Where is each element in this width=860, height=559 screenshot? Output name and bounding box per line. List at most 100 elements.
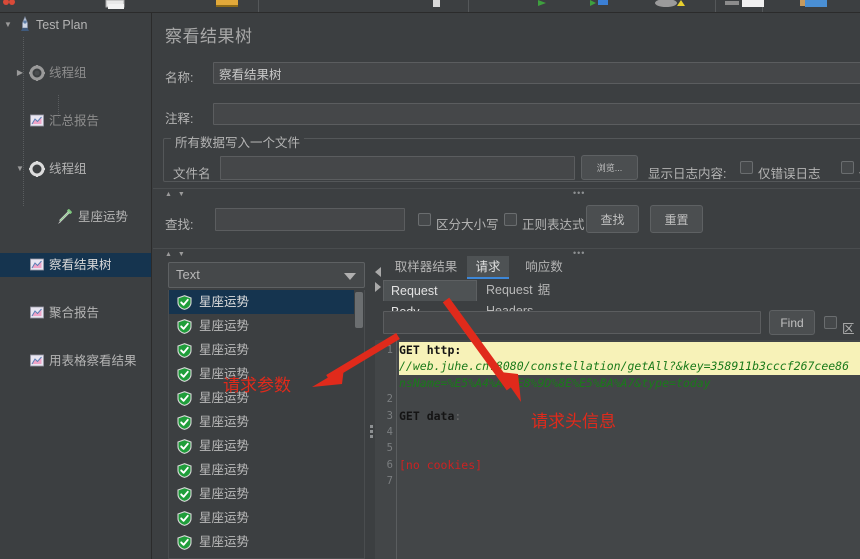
function-icon[interactable] bbox=[805, 0, 829, 12]
report-icon bbox=[29, 305, 47, 329]
sample-result-row[interactable]: 星座运势 bbox=[169, 482, 364, 506]
renderer-combo[interactable]: Text bbox=[168, 262, 365, 288]
tree-label: 汇总报告 bbox=[49, 114, 100, 128]
comment-input[interactable] bbox=[213, 103, 860, 125]
search-input[interactable] bbox=[215, 208, 405, 231]
sample-result-row[interactable]: 星座运势 bbox=[169, 506, 364, 530]
regex-checkbox[interactable] bbox=[504, 213, 517, 226]
subtab-request-headers[interactable]: Request Headers bbox=[479, 280, 589, 318]
sample-result-label: 星座运势 bbox=[199, 463, 250, 477]
code-line-1-wrap-b: nsName=%E5%A4%A9%E8%9D%8E%E5%BA%A7&type=… bbox=[399, 375, 860, 391]
success-shield-icon bbox=[177, 295, 192, 310]
tab-sampler-result[interactable]: 取样器结果 bbox=[385, 256, 467, 279]
success-shield-icon bbox=[177, 343, 192, 358]
sample-result-label: 星座运势 bbox=[199, 415, 250, 429]
collapse-arrows-icon-2[interactable]: ▲ ▼ bbox=[165, 251, 187, 258]
sample-result-row[interactable]: 星座运势 bbox=[169, 314, 364, 338]
sample-result-row[interactable]: 星座运势 bbox=[169, 530, 364, 554]
log-display-label: 显示日志内容: bbox=[648, 167, 727, 181]
annotation-request-headers: 请求头信息 bbox=[531, 412, 616, 431]
success-shield-icon bbox=[177, 487, 192, 502]
tree-item-test-plan[interactable]: ▼ Test Plan bbox=[0, 13, 151, 37]
toolbar-extra bbox=[0, 0, 860, 13]
write-all-data-label: 所有数据写入一个文件 bbox=[171, 132, 305, 151]
sample-result-row[interactable]: 星座运势 bbox=[169, 338, 364, 362]
code-line-number: 2 bbox=[386, 393, 393, 406]
success-shield-icon bbox=[177, 391, 192, 406]
renderer-combo-value: Text bbox=[176, 267, 200, 282]
tree-item-summary-report[interactable]: 汇总报告 bbox=[0, 109, 151, 133]
subtab-request-body[interactable]: Request Body bbox=[383, 280, 477, 319]
case-sensitive-checkbox[interactable] bbox=[418, 213, 431, 226]
sample-result-row[interactable]: 星座运势 bbox=[169, 434, 364, 458]
chevron-right-icon[interactable]: ▶ bbox=[14, 61, 26, 85]
success-shield-icon bbox=[177, 439, 192, 454]
sample-result-label: 星座运势 bbox=[199, 511, 250, 525]
vertical-splitter-handle[interactable] bbox=[369, 425, 374, 438]
tab-scroll-right-icon[interactable] bbox=[375, 282, 381, 292]
tab-request[interactable]: 请求 bbox=[467, 256, 509, 279]
report-icon bbox=[29, 113, 47, 137]
find-button[interactable]: 查找 bbox=[586, 205, 639, 233]
viewer-find-input[interactable] bbox=[383, 311, 761, 334]
successes-only-checkbox[interactable] bbox=[841, 161, 854, 174]
code-line-number: 4 bbox=[386, 425, 393, 438]
request-body-viewer[interactable]: 1 2 3 4 5 6 7 GET http: //web.juhe.cn:8080/con… bbox=[375, 340, 860, 559]
sample-result-row[interactable]: 星座运势 bbox=[169, 458, 364, 482]
code-content[interactable]: GET http: //web.juhe.cn:8080/constellati… bbox=[399, 342, 860, 490]
sample-result-list[interactable]: 星座运势 星座运势 星座运势 星座运势 星座运势 星座运势 星座运势 星座运势 星座运势 星座运势… bbox=[168, 290, 365, 559]
chevron-down-icon[interactable] bbox=[344, 273, 356, 280]
template-icon[interactable] bbox=[742, 0, 766, 12]
chevron-down-icon[interactable]: ▼ bbox=[2, 13, 14, 37]
code-line-number: 1 bbox=[386, 344, 393, 356]
success-shield-icon bbox=[177, 535, 192, 550]
success-shield-icon bbox=[177, 463, 192, 478]
viewer-find-button[interactable]: Find bbox=[769, 310, 815, 335]
scrollbar-thumb[interactable] bbox=[355, 292, 363, 328]
reset-button[interactable]: 重置 bbox=[650, 205, 703, 233]
test-plan-tree[interactable]: ▼ Test Plan ▶ 线程组 汇总报告 ▼ 线程组 星座运势 察看结果树 … bbox=[0, 13, 152, 559]
name-input[interactable] bbox=[213, 62, 860, 84]
tree-item-view-results-tree[interactable]: 察看结果树 bbox=[0, 253, 151, 277]
tree-item-sampler-horoscope[interactable]: 星座运势 bbox=[0, 205, 151, 229]
result-list-scrollbar[interactable] bbox=[354, 290, 364, 558]
splitter-dots[interactable]: ••• bbox=[573, 188, 585, 198]
annotation-request-params: 请求参数 bbox=[223, 376, 291, 395]
tab-response-data[interactable]: 响应数据 bbox=[513, 256, 575, 297]
splitter-bar-1[interactable]: ▲ ▼ ••• bbox=[153, 188, 860, 199]
success-shield-icon bbox=[177, 319, 192, 334]
code-line-number: 5 bbox=[386, 442, 393, 455]
browse-button[interactable]: 浏览... bbox=[581, 155, 638, 180]
viewer-find-case-checkbox[interactable] bbox=[824, 316, 837, 329]
help-icon[interactable] bbox=[672, 0, 690, 12]
code-url-part-1: //web.juhe.cn:8080/constellation/getAll?… bbox=[399, 359, 850, 374]
chevron-down-icon[interactable]: ▼ bbox=[14, 157, 26, 181]
tree-item-view-results-table[interactable]: 用表格察看结果 bbox=[0, 349, 151, 373]
sample-result-row[interactable]: 星座运势 bbox=[169, 410, 364, 434]
comment-label: 注释: bbox=[165, 112, 194, 126]
regex-label: 正则表达式 bbox=[522, 218, 585, 232]
sample-result-label: 星座运势 bbox=[199, 487, 250, 501]
tree-label: 线程组 bbox=[49, 162, 87, 176]
success-shield-icon bbox=[177, 511, 192, 526]
code-line-numbers: 1 2 3 4 5 6 7 bbox=[375, 340, 397, 559]
success-shield-icon bbox=[177, 415, 192, 430]
tab-scroll-left-icon[interactable] bbox=[375, 267, 381, 277]
code-line-3-text: GET data bbox=[399, 408, 455, 423]
tree-item-aggregate-report[interactable]: 聚合报告 bbox=[0, 301, 151, 325]
collapse-arrows-icon[interactable]: ▲ ▼ bbox=[165, 191, 187, 198]
filename-input[interactable] bbox=[220, 156, 575, 180]
sample-result-label: 星座运势 bbox=[199, 295, 250, 309]
sample-result-label: 星座运势 bbox=[199, 439, 250, 453]
sample-result-row[interactable]: 星座运势 bbox=[169, 554, 364, 558]
case-sensitive-label: 区分大小写 bbox=[436, 218, 499, 232]
tree-item-thread-group-2[interactable]: ▼ 线程组 bbox=[0, 157, 151, 181]
errors-only-checkbox[interactable] bbox=[740, 161, 753, 174]
tree-item-thread-group-1[interactable]: ▶ 线程组 bbox=[0, 61, 151, 85]
report-icon bbox=[29, 353, 47, 377]
search-label: 查找: bbox=[165, 218, 194, 232]
tree-label: 聚合报告 bbox=[49, 306, 100, 320]
sample-result-row[interactable]: 星座运势 bbox=[169, 290, 364, 314]
